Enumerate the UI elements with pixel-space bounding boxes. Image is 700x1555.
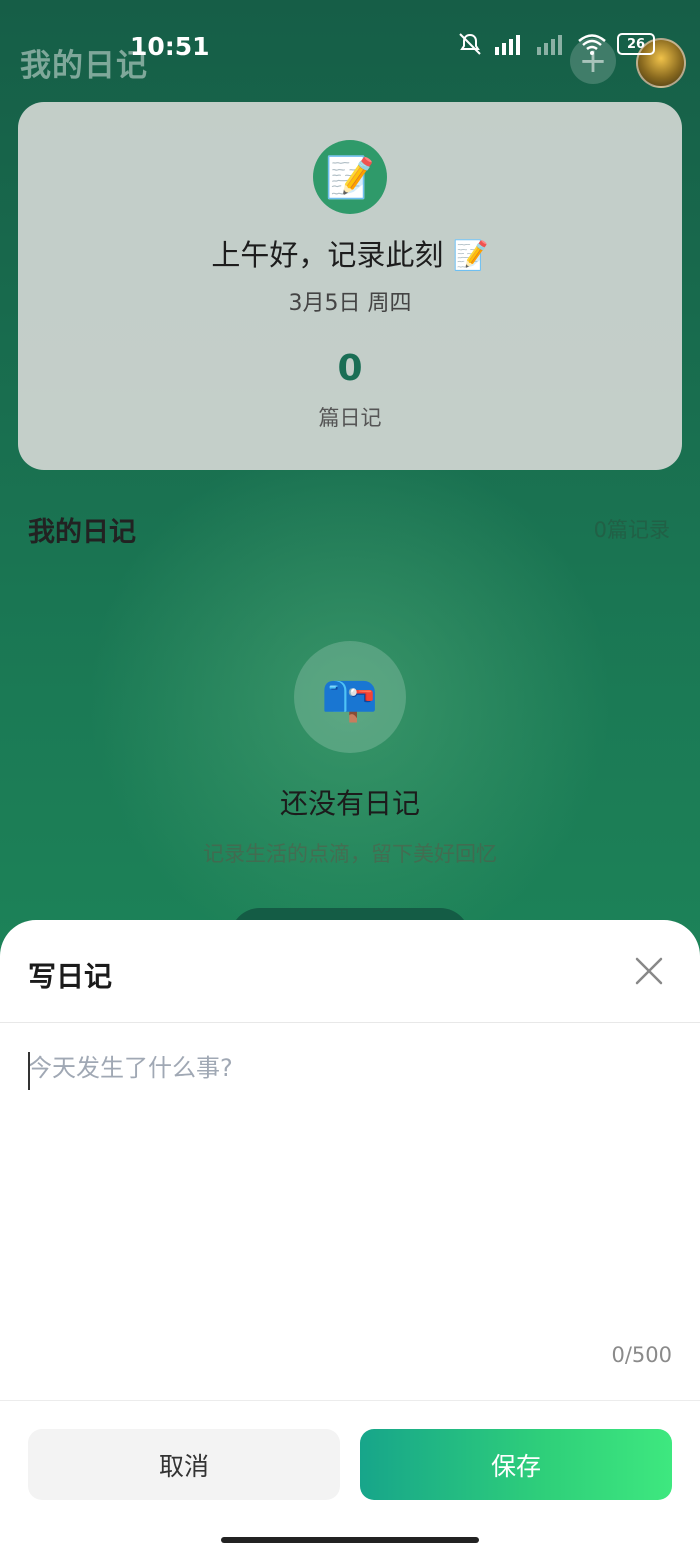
char-count: 0/500	[611, 1343, 672, 1367]
memo-icon: 📝	[313, 140, 387, 214]
sheet-divider-top	[0, 1022, 700, 1023]
battery-icon: 26	[617, 33, 655, 55]
date-text: 3月5日 周四	[288, 291, 412, 316]
status-bar: 10:51 26	[0, 0, 700, 90]
empty-subtitle: 记录生活的点滴，留下美好回忆	[203, 842, 497, 866]
section-count: 0篇记录	[593, 518, 670, 542]
close-icon[interactable]	[628, 950, 670, 992]
signal-hd-icon	[495, 35, 520, 55]
summary-card: 📝 上午好，记录此刻 📝 3月5日 周四 0 篇日记	[18, 102, 682, 470]
diary-text-input[interactable]	[28, 1048, 672, 1258]
cancel-button[interactable]: 取消	[28, 1429, 340, 1500]
greeting-text: 上午好，记录此刻 📝	[211, 238, 489, 272]
diary-count: 0	[337, 348, 363, 389]
wifi-icon	[578, 34, 606, 55]
memo-emoji: 📝	[325, 154, 375, 201]
empty-title: 还没有日记	[279, 787, 420, 820]
status-icons: 26	[457, 32, 655, 56]
text-caret	[28, 1052, 30, 1090]
sheet-title: 写日记	[28, 960, 113, 993]
mute-icon	[459, 33, 481, 55]
sheet-divider-bottom	[0, 1400, 700, 1401]
mailbox-icon: 📪	[294, 641, 406, 753]
signal-weak-icon	[537, 35, 562, 55]
section-title: 我的日记	[28, 517, 136, 548]
save-button[interactable]: 保存	[360, 1429, 672, 1500]
diary-count-label: 篇日记	[318, 406, 382, 430]
status-time: 10:51	[130, 32, 210, 61]
home-indicator	[221, 1537, 479, 1543]
mailbox-emoji: 📪	[321, 669, 379, 724]
write-diary-sheet: 写日记 0/500 取消 保存	[0, 920, 700, 1555]
